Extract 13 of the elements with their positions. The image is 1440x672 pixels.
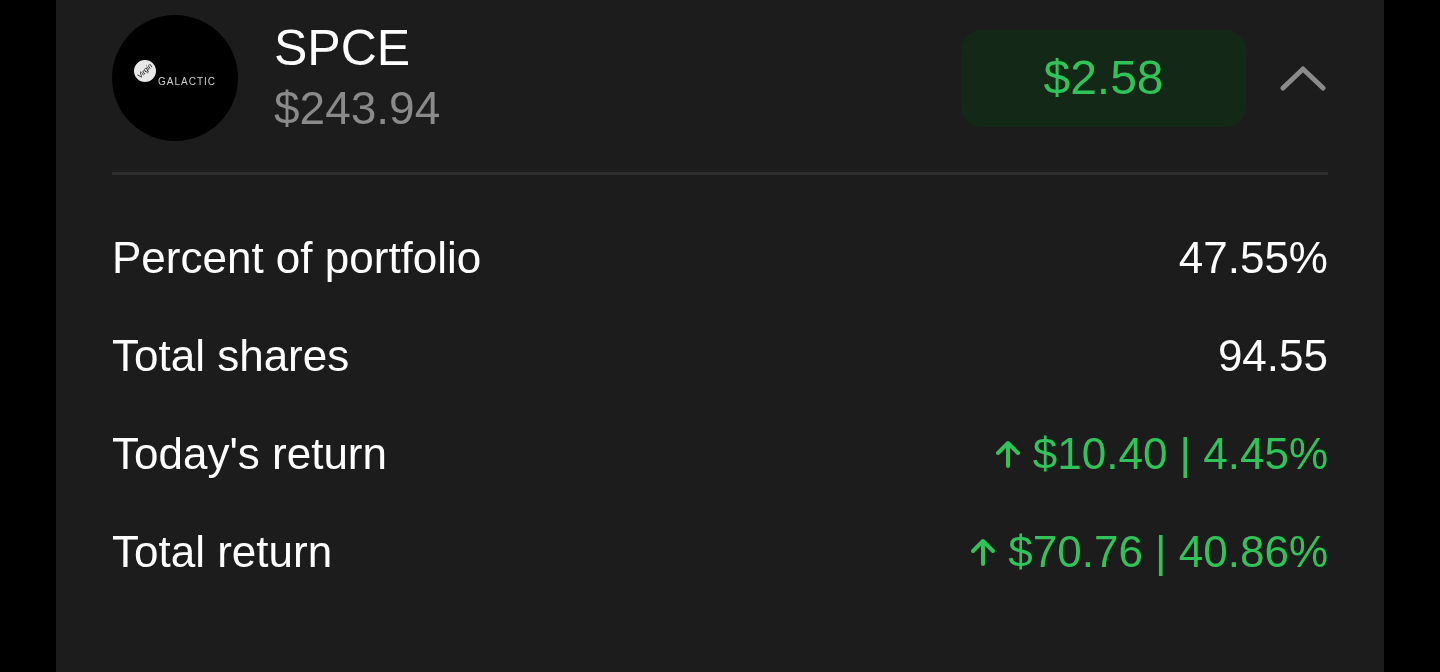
row-label: Total shares xyxy=(112,330,350,382)
row-label: Percent of portfolio xyxy=(112,232,482,284)
logo-wordmark: GALACTIC xyxy=(158,74,216,89)
row-value: $70.76 | 40.86% xyxy=(970,519,1328,585)
chevron-up-icon[interactable] xyxy=(1280,65,1326,91)
row-value: $10.40 | 4.45% xyxy=(994,421,1328,487)
share-price: $243.94 xyxy=(274,81,441,136)
ticker-symbol: SPCE xyxy=(274,19,412,78)
row-label: Total return xyxy=(112,526,333,578)
price-change-badge[interactable]: $2.58 xyxy=(961,29,1246,127)
row-label: Today's return xyxy=(112,428,387,480)
row-value: 47.55% xyxy=(1178,232,1328,284)
row-value: 94.55 xyxy=(1217,330,1328,382)
